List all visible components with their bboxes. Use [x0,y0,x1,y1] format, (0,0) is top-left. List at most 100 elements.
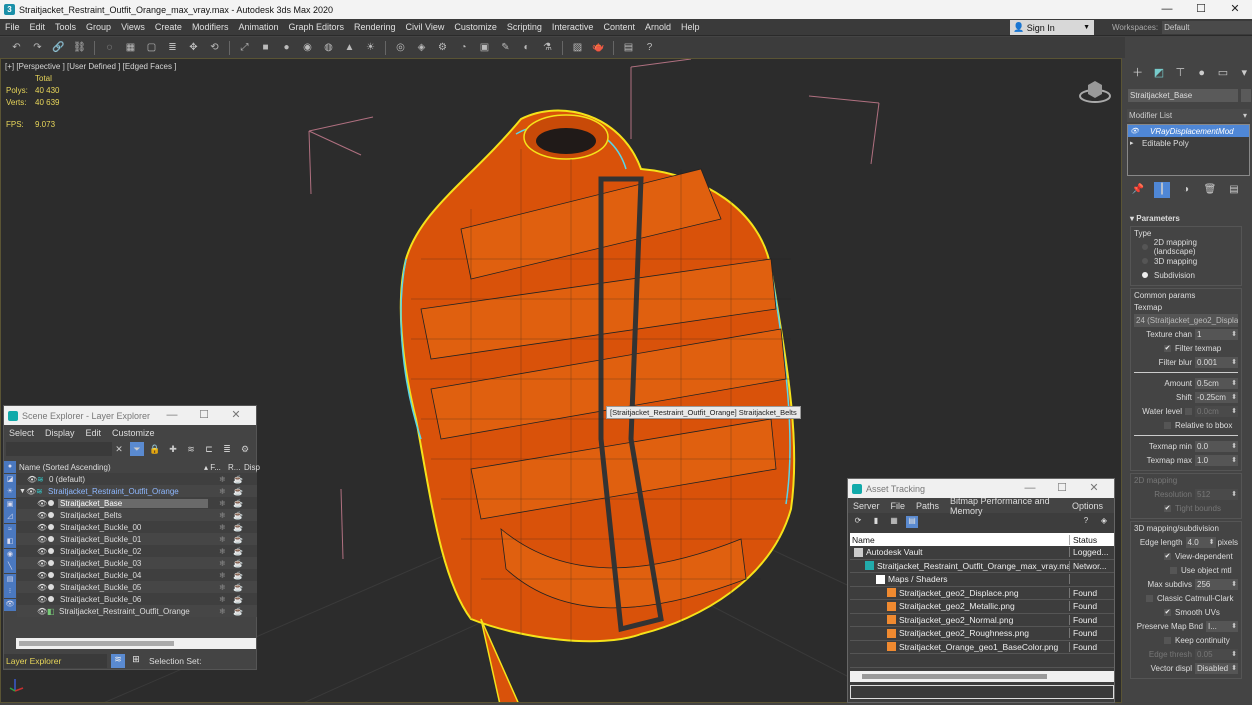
spinner-value[interactable]: 4.0 [1185,536,1216,548]
visibility-eye-icon[interactable]: 👁 [27,475,37,484]
relative-to-bbox-checkbox[interactable]: Relative to bbox [1134,418,1238,432]
column-frozen[interactable]: ▴ F... [204,463,221,472]
helpers-filter-icon[interactable]: ◿ [4,511,16,523]
utilities-icon[interactable]: ✎ [497,39,514,56]
minimize-button[interactable]: — [1014,479,1046,498]
render-setup-icon[interactable]: ⚗ [539,39,556,56]
menu-edit[interactable]: Edit [25,22,51,32]
column-render[interactable]: R... [228,463,240,472]
menu-edit[interactable]: Edit [86,428,102,438]
explorer-select[interactable]: Layer Explorer [4,653,107,668]
geometry-filter-icon[interactable]: ● [4,461,16,473]
amount-spinner[interactable]: Amount 0.5cm [1134,376,1238,390]
configure-modifier-sets-icon[interactable]: ▤ [1226,182,1242,198]
stack-item-editable-poly[interactable]: ▸ Editable Poly [1128,137,1249,149]
renderable-teapot-icon[interactable]: ☕ [233,499,243,508]
create-layer-icon[interactable]: ✚ [166,442,180,456]
spinner-value[interactable]: 0.0 [1195,440,1238,452]
scene-explorer-row[interactable]: 👁 Straitjacket_Buckle_03 ❄ ☕ [17,557,257,569]
viewport-layout-icon[interactable]: ▤ [620,39,637,56]
spinner-value[interactable]: 0.0cm [1195,405,1238,417]
menu-modifiers[interactable]: Modifiers [187,22,234,32]
visibility-eye-icon[interactable]: 👁 [37,523,47,532]
select-object-icon[interactable]: ▢ [143,39,160,56]
layer-stack-icon[interactable]: ≣ [220,442,234,456]
show-end-result-icon[interactable]: ┃ [1154,182,1170,198]
renderable-teapot-icon[interactable]: ☕ [233,607,243,616]
select-scale-icon[interactable]: ⤢ [236,39,253,56]
remove-modifier-icon[interactable]: 🗑 [1202,182,1218,198]
preserve-map-bnd-dropdown[interactable]: Preserve Map Bnd I... [1134,619,1238,633]
scene-explorer-search-input[interactable] [6,442,112,456]
material-editor-icon[interactable]: ◐ [518,39,535,56]
create-light-icon[interactable]: ☀ [362,39,379,56]
spinner-value[interactable]: -0.25cm [1195,391,1238,403]
shapes-filter-icon[interactable]: ◪ [4,473,16,486]
keep-continuity-checkbox[interactable]: Keep continuity [1134,633,1238,647]
stack-item-vraydisplacementmod[interactable]: 👁 VRayDisplacementMod [1128,125,1249,137]
vault-icon[interactable]: ◈ [1098,516,1110,528]
create-cylinder-icon[interactable]: ◉ [299,39,316,56]
create-box-icon[interactable]: ■ [257,39,274,56]
clear-search-icon[interactable]: ✕ [112,442,126,456]
visibility-eye-icon[interactable]: 👁 [37,583,47,592]
freeze-toggle-icon[interactable]: ❄ [219,523,226,532]
layers-icon[interactable]: ≋ [184,442,198,456]
unlink-icon[interactable]: ⛓ [71,39,88,56]
menu-group[interactable]: Group [81,22,116,32]
sign-in-dropdown[interactable]: 👤 Sign In ▼ [1010,20,1094,35]
visibility-eye-icon[interactable]: 👁 [37,559,47,568]
scene-explorer-row[interactable]: 👁 Straitjacket_Buckle_06 ❄ ☕ [17,593,257,605]
menu-graph-editors[interactable]: Graph Editors [283,22,349,32]
freeze-toggle-icon[interactable]: ❄ [219,595,226,604]
freeze-toggle-icon[interactable]: ❄ [219,547,226,556]
scene-explorer-row[interactable]: ▼ 👁 ≋ Straitjacket_Restraint_Outfit_Orange ❄… [17,485,257,497]
freeze-toggle-icon[interactable]: ❄ [219,511,226,520]
smooth-uvs-checkbox[interactable]: ✔ Smooth UVs [1134,605,1238,619]
spinner-value[interactable]: 0.001 [1195,356,1238,368]
asset-row[interactable]: Straitjacket_Orange_geo1_BaseColor.png Fo… [850,641,1114,654]
scene-explorer-row[interactable]: 👁 Straitjacket_Base ❄ ☕ [17,497,257,509]
scene-explorer-row[interactable]: 👁 ◧ Straitjacket_Restraint_Outfit_Orange ❄ ☕ [17,605,257,617]
minimize-button[interactable]: — [1150,0,1184,19]
containers-filter-icon[interactable]: ▤ [4,573,16,586]
tight-bounds-checkbox[interactable]: ✔ Tight bounds [1134,501,1238,515]
create-sphere-icon[interactable]: ● [278,39,295,56]
hierarchy-tab-icon[interactable]: ⊤ [1173,65,1188,81]
horizontal-scrollbar[interactable] [850,671,1114,682]
menu-display[interactable]: Display [45,428,75,438]
motion-tab-icon[interactable]: ● [1194,65,1209,81]
freeze-toggle-icon[interactable]: ❄ [219,607,226,616]
freeze-toggle-icon[interactable]: ❄ [219,487,226,496]
dropdown-value[interactable]: Disabled [1195,662,1238,674]
renderable-teapot-icon[interactable]: ☕ [233,595,243,604]
renderable-teapot-icon[interactable]: ☕ [233,511,243,520]
texmap-max-spinner[interactable]: Texmap max 1.0 [1134,453,1238,467]
scene-explorer-row[interactable]: 👁 Straitjacket_Belts ❄ ☕ [17,509,257,521]
spacewarps-filter-icon[interactable]: ≈ [4,523,16,536]
freeze-toggle-icon[interactable]: ❄ [219,499,226,508]
visibility-eye-icon[interactable]: 👁 [37,511,47,520]
asset-row[interactable]: Maps / Shaders [850,573,1114,587]
groups-filter-icon[interactable]: ◧ [4,536,16,548]
asset-row[interactable]: Straitjacket_geo2_Metallic.png Found [850,600,1114,614]
object-name-field[interactable]: Straitjacket_Base [1128,89,1238,102]
lock-icon[interactable]: 🔒 [148,442,162,456]
radio-2d-mapping[interactable]: 2D mapping (landscape) [1134,238,1238,256]
expand-arrow-icon[interactable]: ▼ [19,488,26,495]
menu-customize[interactable]: Customize [112,428,155,438]
minimize-button[interactable]: — [156,406,188,425]
spinner-value[interactable]: 512 [1195,488,1238,500]
visibility-eye-icon[interactable]: 👁 [37,535,47,544]
edge-thresh-spinner[interactable]: Edge thresh 0.05 [1134,647,1238,661]
hierarchy-icon[interactable]: ⚙ [434,39,451,56]
scene-explorer-row[interactable]: 👁 Straitjacket_Buckle_05 ❄ ☕ [17,581,257,593]
resolution-spinner[interactable]: Resolution 512 [1134,487,1238,501]
menu-paths[interactable]: Paths [916,501,939,511]
freeze-toggle-icon[interactable]: ❄ [219,583,226,592]
menu-animation[interactable]: Animation [233,22,283,32]
renderable-teapot-icon[interactable]: ☕ [233,559,243,568]
scene-explorer-row[interactable]: 👁 Straitjacket_Buckle_02 ❄ ☕ [17,545,257,557]
texmap-button[interactable]: 24 (Straitjacket_geo2_Displac [1134,314,1238,327]
cameras-filter-icon[interactable]: ▣ [4,498,16,511]
